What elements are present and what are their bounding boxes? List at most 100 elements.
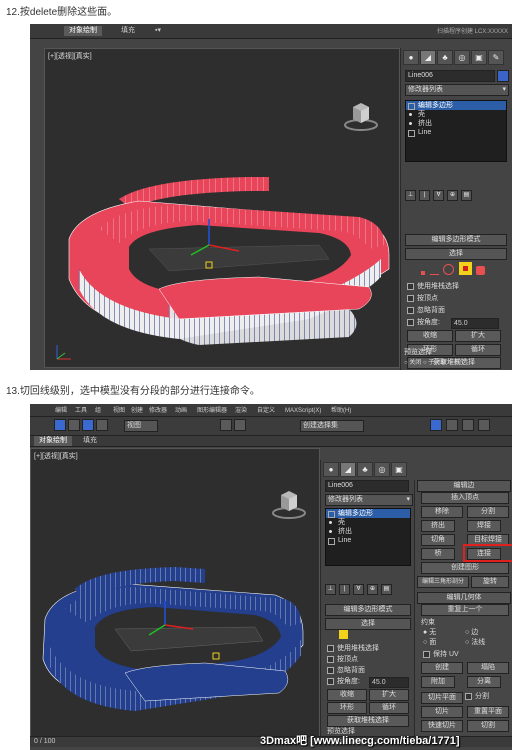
slice-button[interactable]: 切片 xyxy=(421,706,463,718)
edit-geometry-rollout[interactable]: 编辑几何体 xyxy=(417,592,511,604)
snap-icon[interactable] xyxy=(220,419,232,431)
constraint-none-radio[interactable]: ● 无 xyxy=(423,628,436,637)
show-end-result-icon[interactable]: | xyxy=(339,584,350,595)
create-button[interactable]: 创建 xyxy=(421,662,463,674)
stack-item-edit-poly[interactable]: 编辑多边形 xyxy=(326,509,410,518)
split-button[interactable]: 分割 xyxy=(467,506,509,518)
display-tab-icon[interactable]: ▣ xyxy=(471,50,487,65)
object-name-field[interactable]: Line006 xyxy=(325,480,409,492)
ignore-backfacing-check[interactable]: 忽略背面 xyxy=(407,306,445,315)
by-angle-check[interactable]: 按角度: xyxy=(327,677,360,686)
menu-maxscript[interactable]: MAXScript(X) xyxy=(280,406,326,416)
create-tab-icon[interactable]: ● xyxy=(323,462,339,477)
by-angle-check[interactable]: 按角度: xyxy=(407,318,440,327)
create-shape-button[interactable]: 创建图形 xyxy=(421,562,509,574)
tab-object-paint[interactable]: 对象绘制 xyxy=(34,436,72,446)
render-frame-icon[interactable] xyxy=(478,419,490,431)
pin-stack-icon[interactable]: ⊥ xyxy=(405,190,416,201)
turn-button[interactable]: 旋转 xyxy=(471,576,509,588)
reset-plane-button[interactable]: 重置平面 xyxy=(467,706,509,718)
constraint-normal-radio[interactable]: ○ 法线 xyxy=(465,638,485,647)
get-stack-selection-button[interactable]: 获取堆栈选择 xyxy=(327,715,409,727)
tab-extra[interactable]: ▪▾ xyxy=(150,26,166,36)
stack-item-line[interactable]: Line xyxy=(406,128,506,137)
modifier-list-dropdown[interactable]: 修改器列表 ▾ xyxy=(405,84,509,96)
move-icon[interactable] xyxy=(82,419,94,431)
angle-spinner[interactable]: 45.0 xyxy=(369,677,409,688)
menu-rendering[interactable]: 渲染 xyxy=(230,406,252,416)
hierarchy-tab-icon[interactable]: ♣ xyxy=(357,462,373,477)
constraint-edge-radio[interactable]: ○ 边 xyxy=(465,628,478,637)
named-selection-dropdown[interactable]: 创建选择集 xyxy=(300,420,364,432)
grow-button[interactable]: 扩大 xyxy=(455,330,501,342)
blue-ring-model[interactable] xyxy=(35,549,315,729)
quickslice-button[interactable]: 快速切片 xyxy=(421,720,463,732)
angle-spinner[interactable]: 45.0 xyxy=(451,318,499,329)
tab-populate[interactable]: 填充 xyxy=(116,26,140,36)
red-ring-model[interactable] xyxy=(59,159,399,349)
selection-rollout[interactable]: 选择 xyxy=(325,618,411,630)
use-stack-selection-check[interactable]: 使用堆栈选择 xyxy=(327,644,379,653)
hierarchy-tab-icon[interactable]: ♣ xyxy=(437,50,453,65)
vertex-level-icon[interactable] xyxy=(421,271,425,275)
stack-item-edit-poly[interactable]: 编辑多边形 xyxy=(406,101,506,110)
weld-button[interactable]: 焊接 xyxy=(467,520,501,532)
stack-item-extrude[interactable]: 挤出 xyxy=(406,119,506,128)
polygon-level-icon[interactable] xyxy=(458,262,472,275)
render-icon[interactable] xyxy=(462,419,474,431)
menu-tools[interactable]: 工具 xyxy=(70,406,92,416)
configure-sets-icon[interactable]: ▤ xyxy=(461,190,472,201)
edit-poly-mode-rollout[interactable]: 编辑多边形模式 xyxy=(405,234,507,246)
show-end-result-icon[interactable]: | xyxy=(419,190,430,201)
modify-tab-icon[interactable]: ◢ xyxy=(340,462,356,477)
remove-modifier-icon[interactable]: ⊕ xyxy=(367,584,378,595)
rotate-icon[interactable] xyxy=(96,419,108,431)
remove-modifier-icon[interactable]: ⊕ xyxy=(447,190,458,201)
render-setup-icon[interactable] xyxy=(446,419,458,431)
preview-radio-group[interactable]: ○ 关闭 ○ 子对象 ○ 多个 xyxy=(404,359,465,368)
edit-edges-rollout[interactable]: 编辑边 xyxy=(417,480,511,492)
shrink-button[interactable]: 收缩 xyxy=(407,330,453,342)
ring-button[interactable]: 环形 xyxy=(327,702,367,714)
configure-sets-icon[interactable]: ▤ xyxy=(381,584,392,595)
tab-object-paint[interactable]: 对象绘制 xyxy=(64,26,102,36)
viewcube-icon[interactable] xyxy=(341,97,381,133)
loop-button[interactable]: 循环 xyxy=(455,344,501,356)
collapse-button[interactable]: 塌陷 xyxy=(467,662,509,674)
shrink-button[interactable]: 收缩 xyxy=(327,689,367,701)
edge-level-icon[interactable] xyxy=(339,630,348,639)
mirror-icon[interactable] xyxy=(234,419,246,431)
modifier-list-dropdown[interactable]: 修改器列表 ▾ xyxy=(325,494,413,506)
display-tab-icon[interactable]: ▣ xyxy=(391,462,407,477)
edit-poly-mode-rollout[interactable]: 编辑多边形模式 xyxy=(325,604,411,616)
layer-icon[interactable] xyxy=(430,419,442,431)
perspective-viewport[interactable]: [+][透视][真实] xyxy=(30,448,320,738)
utilities-tab-icon[interactable]: ✎ xyxy=(488,50,504,65)
by-vertex-check[interactable]: 按顶点 xyxy=(327,655,358,664)
repeat-last-button[interactable]: 重复上一个 xyxy=(421,604,509,616)
perspective-viewport[interactable]: [+][透视][真实] xyxy=(44,48,400,368)
object-color-swatch[interactable] xyxy=(497,70,509,82)
bridge-button[interactable]: 桥 xyxy=(421,548,455,560)
loop-button[interactable]: 循环 xyxy=(369,702,409,714)
object-name-field[interactable]: Line006 xyxy=(405,70,495,82)
menu-modifiers[interactable]: 修改器 xyxy=(144,406,172,416)
select-region-icon[interactable] xyxy=(68,419,80,431)
viewport-label[interactable]: [+][透视][真实] xyxy=(48,51,92,61)
make-unique-icon[interactable]: ∀ xyxy=(433,190,444,201)
stack-item-shell[interactable]: 壳 xyxy=(326,518,410,527)
menu-group[interactable]: 组 xyxy=(90,406,106,416)
stack-item-shell[interactable]: 壳 xyxy=(406,110,506,119)
slice-plane-button[interactable]: 切片平面 xyxy=(421,692,463,704)
modify-tab-icon[interactable]: ◢ xyxy=(420,50,436,65)
motion-tab-icon[interactable]: ◎ xyxy=(374,462,390,477)
element-level-icon[interactable] xyxy=(476,266,486,275)
create-tab-icon[interactable]: ● xyxy=(403,50,419,65)
tab-populate[interactable]: 填充 xyxy=(78,436,102,446)
viewcube-icon[interactable] xyxy=(269,485,309,521)
make-unique-icon[interactable]: ∀ xyxy=(353,584,364,595)
viewport-label[interactable]: [+][透视][真实] xyxy=(34,451,78,461)
cut-button[interactable]: 切割 xyxy=(467,720,509,732)
selection-rollout[interactable]: 选择 xyxy=(405,248,507,260)
stack-item-line[interactable]: Line xyxy=(326,536,410,545)
